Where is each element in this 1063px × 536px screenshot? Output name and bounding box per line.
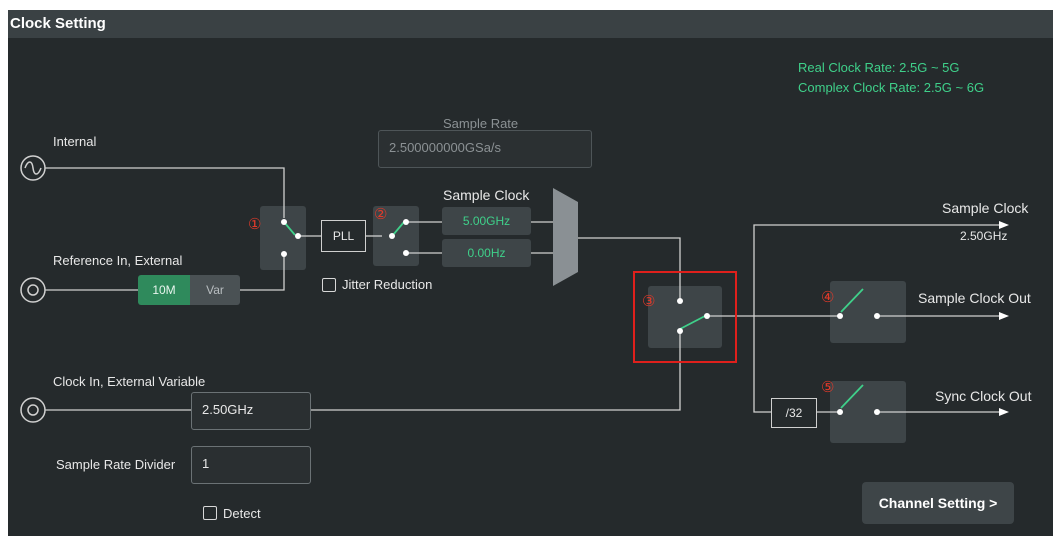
reference-connector-icon (20, 277, 46, 303)
detect-checkbox[interactable] (203, 506, 217, 520)
clock-in-connector-icon (20, 397, 46, 423)
complex-clock-rate-text: Complex Clock Rate: 2.5G ~ 6G (798, 80, 985, 95)
real-clock-rate-text: Real Clock Rate: 2.5G ~ 5G (798, 60, 960, 75)
marker-5: ⑤ (821, 379, 835, 396)
sync-clock-out-label: Sync Clock Out (935, 388, 1032, 404)
reference-in-label: Reference In, External (53, 253, 183, 268)
sample-clock-label: Sample Clock (443, 187, 530, 203)
marker-1: ① (248, 216, 262, 233)
reference-var-option[interactable]: Var (190, 275, 240, 305)
jitter-reduction-label: Jitter Reduction (342, 277, 433, 292)
clock-in-label: Clock In, External Variable (53, 374, 206, 389)
sample-rate-label: Sample Rate (443, 116, 519, 131)
divide-by-32-block: /32 (771, 398, 817, 428)
reference-10m-option[interactable]: 10M (138, 275, 190, 305)
mux-block (553, 188, 578, 286)
marker-3: ③ (642, 293, 656, 310)
marker-2: ② (374, 206, 388, 223)
sample-clock-value-1[interactable]: 5.00GHz (442, 207, 531, 235)
sample-rate-field: 2.500000000GSa/s (378, 130, 592, 168)
detect-label: Detect (223, 506, 261, 521)
pll-block: PLL (321, 220, 366, 252)
sine-source-icon (20, 155, 46, 181)
sample-clock-output-value: 2.50GHz (960, 229, 1008, 243)
internal-label: Internal (53, 134, 97, 149)
sample-rate-divider-label: Sample Rate Divider (56, 457, 176, 472)
sample-clock-output-label: Sample Clock (942, 200, 1029, 216)
jitter-reduction-checkbox[interactable] (322, 278, 336, 292)
switch-3-block[interactable] (648, 286, 722, 348)
sample-rate-divider-field[interactable]: 1 (191, 446, 311, 484)
marker-4: ④ (821, 289, 835, 306)
channel-setting-button[interactable]: Channel Setting > (862, 482, 1014, 524)
sample-clock-value-2[interactable]: 0.00Hz (442, 239, 531, 267)
sample-clock-out-label: Sample Clock Out (918, 290, 1031, 306)
clock-setting-window: Clock Setting Real Clock Rate: 2.5G ~ 5G… (8, 10, 1053, 536)
clock-in-field[interactable]: 2.50GHz (191, 392, 311, 430)
